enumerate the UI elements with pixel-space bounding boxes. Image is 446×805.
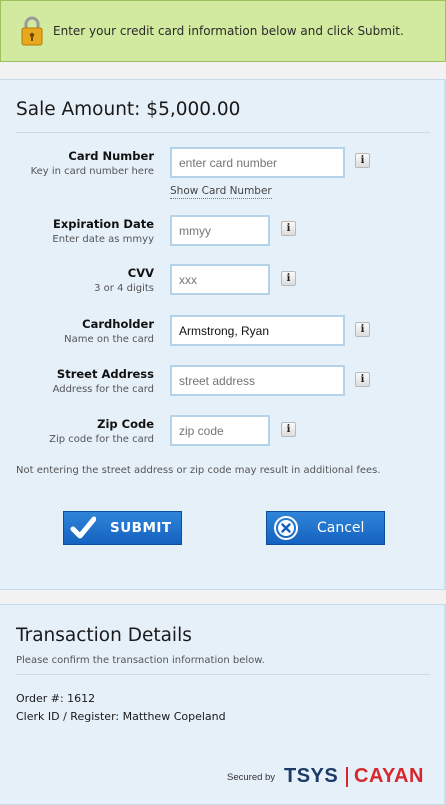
- cancel-button[interactable]: Cancel: [266, 511, 385, 545]
- card-number-label-group: Card Number Key in card number here: [31, 149, 154, 177]
- cardholder-info-icon[interactable]: i: [355, 322, 370, 337]
- checkmark-icon: [68, 513, 98, 543]
- card-number-input[interactable]: [170, 147, 345, 178]
- transaction-title: Transaction Details: [16, 625, 192, 646]
- cardholder-hint: Name on the card: [64, 334, 154, 345]
- cvv-input[interactable]: [170, 264, 270, 295]
- zip-code-label: Zip Code: [97, 417, 154, 431]
- transaction-details-panel: Transaction Details Please confirm the t…: [0, 604, 446, 805]
- cardholder-label: Cardholder: [82, 317, 154, 331]
- zip-label-group: Zip Code Zip code for the card: [49, 417, 154, 445]
- cardholder-input[interactable]: [170, 315, 345, 346]
- logo-separator: [346, 767, 348, 787]
- expiration-info-icon[interactable]: i: [281, 221, 296, 236]
- cvv-hint: 3 or 4 digits: [94, 283, 154, 294]
- card-number-hint: Key in card number here: [30, 166, 154, 177]
- street-address-hint: Address for the card: [52, 384, 154, 395]
- sale-amount-title: Sale Amount: $5,000.00: [16, 99, 241, 120]
- cvv-label: CVV: [127, 266, 154, 280]
- secured-by-text: Secured by: [227, 772, 276, 783]
- divider: [16, 132, 430, 133]
- clerk-register: Clerk ID / Register: Matthew Copeland: [16, 710, 226, 723]
- cancel-label: Cancel: [317, 520, 365, 536]
- fees-note: Not entering the street address or zip c…: [16, 465, 381, 476]
- street-label-group: Street Address Address for the card: [53, 367, 154, 395]
- instruction-banner: Enter your credit card information below…: [0, 0, 446, 62]
- order-number: Order #: 1612: [16, 692, 96, 705]
- expiration-input[interactable]: [170, 215, 270, 246]
- expiration-hint: Enter date as mmyy: [52, 234, 154, 245]
- submit-label: SUBMIT: [110, 520, 172, 536]
- street-address-info-icon[interactable]: i: [355, 372, 370, 387]
- cvv-info-icon[interactable]: i: [281, 271, 296, 286]
- banner-text: Enter your credit card information below…: [53, 24, 404, 38]
- transaction-subtitle: Please confirm the transaction informati…: [16, 655, 265, 666]
- show-card-number-link[interactable]: Show Card Number: [170, 184, 272, 199]
- close-icon: [271, 513, 301, 543]
- lock-icon: [21, 16, 43, 46]
- street-address-input[interactable]: [170, 365, 345, 396]
- expiration-label: Expiration Date: [52, 217, 154, 231]
- zip-code-info-icon[interactable]: i: [281, 422, 296, 437]
- cardholder-label-group: Cardholder Name on the card: [64, 317, 154, 345]
- payment-form-panel: Sale Amount: $5,000.00 Card Number Key i…: [0, 79, 446, 590]
- cayan-logo: CAYAN: [354, 765, 424, 787]
- zip-code-input[interactable]: [170, 415, 270, 446]
- submit-button[interactable]: SUBMIT: [63, 511, 182, 545]
- card-number-label: Card Number: [68, 149, 154, 163]
- tsys-logo: TSYS: [284, 765, 339, 787]
- cvv-label-group: CVV 3 or 4 digits: [94, 266, 154, 294]
- expiration-label-group: Expiration Date Enter date as mmyy: [52, 217, 154, 245]
- street-address-label: Street Address: [56, 367, 154, 381]
- zip-code-hint: Zip code for the card: [49, 434, 154, 445]
- divider: [16, 674, 430, 675]
- card-number-info-icon[interactable]: i: [355, 153, 370, 168]
